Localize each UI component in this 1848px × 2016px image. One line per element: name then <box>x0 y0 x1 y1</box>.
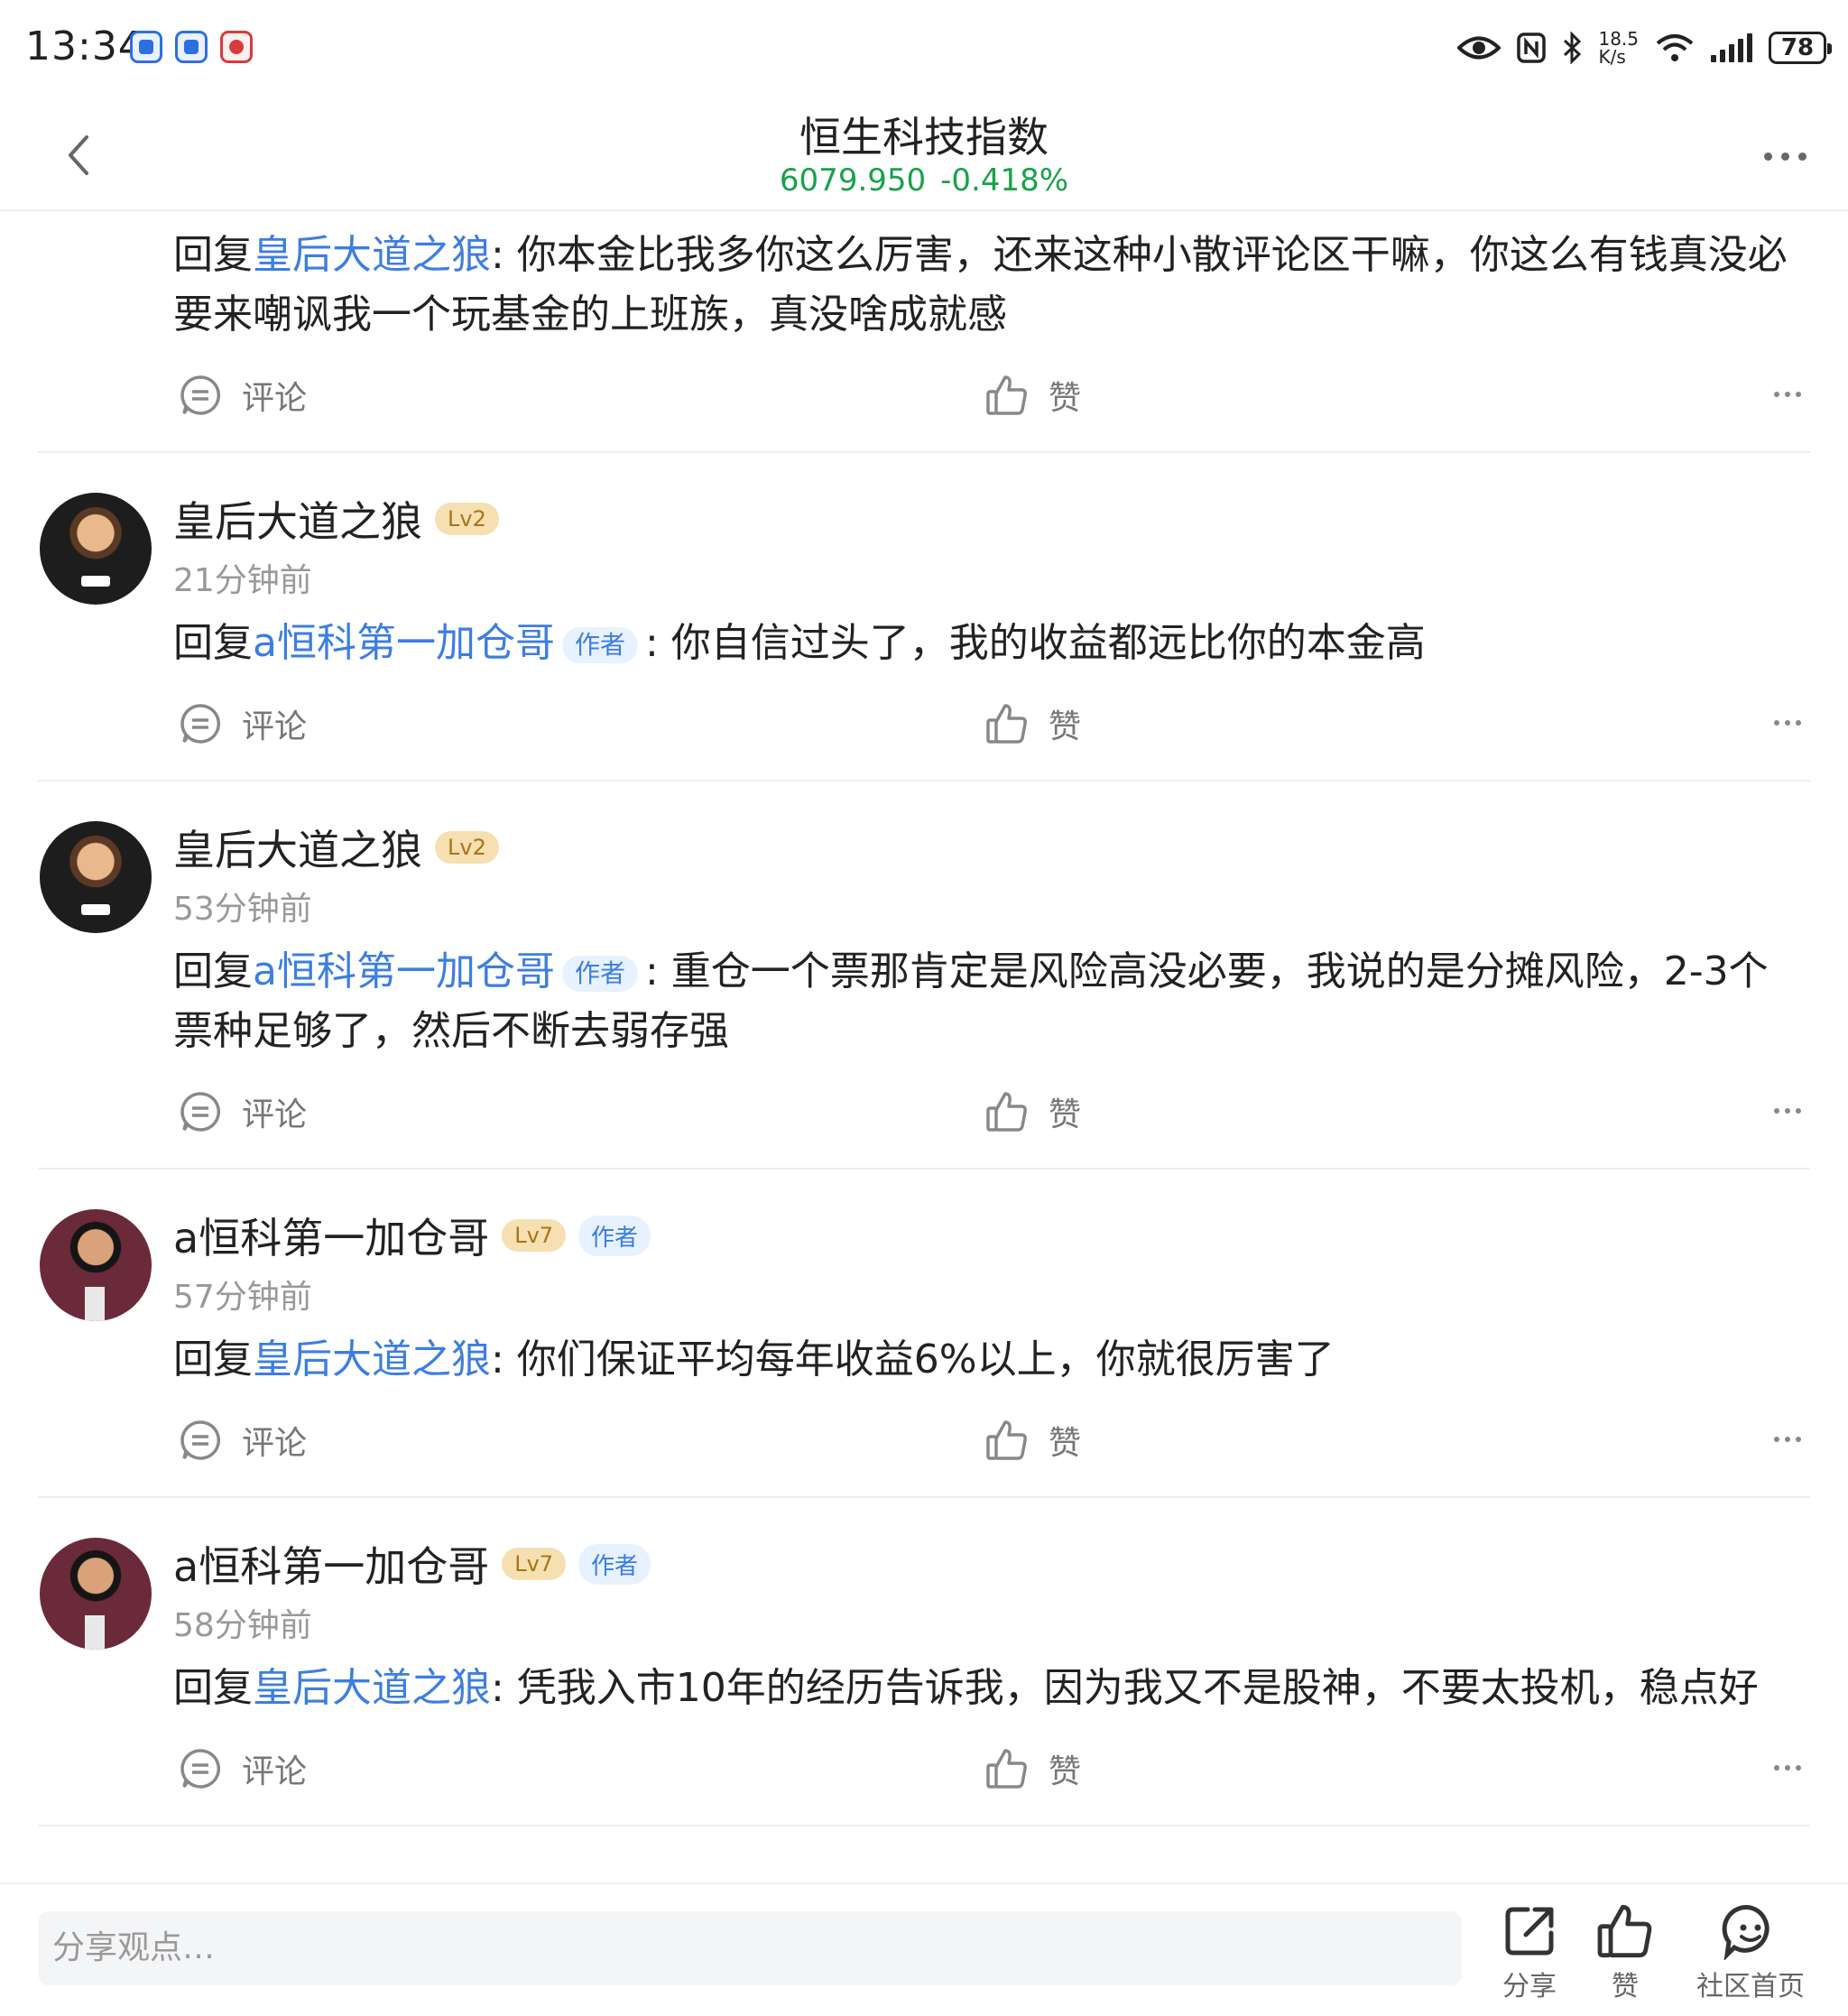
share-opinion-input[interactable]: 分享观点… <box>38 1911 1462 1985</box>
thumbs-up-icon <box>986 375 1027 415</box>
reply-to-link[interactable]: 皇后大道之狼 <box>253 1665 491 1711</box>
comment-item: a恒科第一加仓哥 Lv7 作者 57分钟前 回复皇后大道之狼: 你们保证平均每年收益… <box>38 1170 1810 1498</box>
author-badge: 作者 <box>578 1543 651 1585</box>
page-header: 恒生科技指数 6079.950 -0.418% <box>0 97 1848 211</box>
comment-body: 回复皇后大道之狼: 你们保证平均每年收益6%以上，你就很厉害了 <box>173 1336 1335 1383</box>
author-badge: 作者 <box>578 1215 651 1256</box>
timestamp: 53分钟前 <box>173 891 312 928</box>
app-icon-2 <box>175 31 208 63</box>
thumbs-up-icon <box>986 1749 1027 1789</box>
wifi-icon <box>1656 34 1694 61</box>
comment-button[interactable]: 评论 <box>179 1088 307 1135</box>
avatar[interactable] <box>40 1538 152 1650</box>
username[interactable]: 皇后大道之狼 Lv2 <box>173 489 499 549</box>
bluetooth-icon <box>1564 32 1582 64</box>
like-button[interactable]: 赞 <box>985 1417 1081 1464</box>
comment-more-icon[interactable] <box>1774 720 1801 726</box>
comment-more-icon[interactable] <box>1774 392 1801 397</box>
app-icon-3 <box>220 31 253 63</box>
comment-icon <box>180 704 221 744</box>
comment-icon <box>180 1749 221 1789</box>
bottom-bar: 分享观点… 分享 赞 社区首页 <box>0 1882 1848 2016</box>
thumbs-up-icon <box>986 704 1027 744</box>
author-badge: 作者 <box>561 627 638 663</box>
share-icon <box>1505 1907 1554 1956</box>
timestamp: 21分钟前 <box>173 562 312 599</box>
level-badge: Lv7 <box>502 1219 567 1252</box>
username[interactable]: 皇后大道之狼 Lv2 <box>173 818 499 877</box>
reply-to-link[interactable]: 皇后大道之狼 <box>253 232 491 278</box>
reply-to-link[interactable]: a恒科第一加仓哥 <box>253 620 555 666</box>
index-quote: 6079.950 -0.418% <box>0 162 1848 199</box>
avatar[interactable] <box>40 1209 152 1321</box>
eye-icon <box>1457 36 1502 60</box>
signal-icon <box>1711 33 1752 62</box>
comment-header: a恒科第一加仓哥 Lv7 作者 58分钟前 <box>38 1498 1810 1650</box>
comment-button[interactable]: 评论 <box>179 1745 307 1792</box>
battery-icon: 78 <box>1769 32 1832 64</box>
thumbs-up-icon <box>1597 1904 1652 1958</box>
level-badge: Lv2 <box>435 503 499 535</box>
community-home-button[interactable]: 社区首页 <box>1687 1902 1814 2003</box>
comment-item: 皇后大道之狼 Lv2 53分钟前 回复a恒科第一加仓哥 作者: 重仓一个票那肯定是风… <box>38 781 1810 1170</box>
nfc-icon <box>1517 32 1547 63</box>
net-speed: 18.5 K/s <box>1598 28 1639 68</box>
comment-actions: 评论 赞 <box>38 345 1810 451</box>
comment-item: a恒科第一加仓哥 Lv7 作者 58分钟前 回复皇后大道之狼: 凭我入市10年的经历… <box>38 1498 1810 1826</box>
level-badge: Lv7 <box>502 1548 567 1580</box>
bottom-like-button[interactable]: 赞 <box>1575 1902 1675 2003</box>
username[interactable]: a恒科第一加仓哥 Lv7 作者 <box>173 1206 651 1265</box>
comment-actions: 评论 赞 <box>38 1390 1810 1496</box>
status-bar: 13:34 18.5 K/s 78 <box>0 0 1848 97</box>
level-badge: Lv2 <box>435 831 499 864</box>
comment-icon <box>180 375 221 415</box>
comment-more-icon[interactable] <box>1774 1437 1801 1442</box>
status-icons: 18.5 K/s 78 <box>1457 25 1832 70</box>
comment-feed: 回复皇后大道之狼: 你本金比我多你这么厉害，还来这种小散评论区干嘛，你这么有钱真… <box>0 211 1848 1882</box>
comment-header: 皇后大道之狼 Lv2 21分钟前 <box>38 453 1810 605</box>
timestamp: 57分钟前 <box>173 1279 312 1316</box>
comment-item: 回复皇后大道之狼: 你本金比我多你这么厉害，还来这种小散评论区干嘛，你这么有钱真… <box>38 211 1810 453</box>
index-change: -0.418% <box>940 162 1069 199</box>
comment-actions: 评论 赞 <box>38 1061 1810 1168</box>
comment-body: 回复a恒科第一加仓哥 作者: 重仓一个票那肯定是风险高没必要，我说的是分摊风险，2… <box>173 948 1769 1054</box>
avatar[interactable] <box>40 493 152 605</box>
status-time: 13:34 <box>25 23 144 69</box>
more-options-icon[interactable] <box>1758 143 1812 170</box>
comment-more-icon[interactable] <box>1774 1108 1801 1114</box>
thumbs-up-icon <box>986 1092 1027 1132</box>
like-button[interactable]: 赞 <box>985 1088 1081 1135</box>
community-icon <box>1722 1905 1769 1960</box>
comment-body: 回复a恒科第一加仓哥 作者: 你自信过头了，我的收益都远比你的本金高 <box>173 620 1426 666</box>
comment-button[interactable]: 评论 <box>179 700 307 747</box>
comment-item: 皇后大道之狼 Lv2 21分钟前 回复a恒科第一加仓哥 作者: 你自信过头了，我的收… <box>38 453 1810 781</box>
reply-to-link[interactable]: a恒科第一加仓哥 <box>253 948 555 994</box>
comment-button[interactable]: 评论 <box>179 1417 307 1464</box>
comment-more-icon[interactable] <box>1774 1765 1801 1771</box>
author-badge: 作者 <box>561 956 638 992</box>
comment-icon <box>180 1092 221 1132</box>
comment-button[interactable]: 评论 <box>179 372 307 419</box>
comment-header: a恒科第一加仓哥 Lv7 作者 57分钟前 <box>38 1170 1810 1321</box>
like-button[interactable]: 赞 <box>985 700 1081 747</box>
avatar[interactable] <box>40 821 152 933</box>
like-button[interactable]: 赞 <box>985 372 1081 419</box>
index-price: 6079.950 <box>779 162 927 199</box>
comment-actions: 评论 赞 <box>38 1718 1810 1825</box>
page-title: 恒生科技指数 <box>799 113 1049 162</box>
comment-body: 回复皇后大道之狼: 你本金比我多你这么厉害，还来这种小散评论区干嘛，你这么有钱真… <box>173 232 1788 338</box>
comment-actions: 评论 赞 <box>38 673 1810 780</box>
username[interactable]: a恒科第一加仓哥 Lv7 作者 <box>173 1534 651 1594</box>
comment-body: 回复皇后大道之狼: 凭我入市10年的经历告诉我，因为我又不是股神，不要太投机，稳… <box>173 1665 1759 1711</box>
like-button[interactable]: 赞 <box>985 1745 1081 1792</box>
comment-header: 皇后大道之狼 Lv2 53分钟前 <box>38 781 1810 933</box>
app-icon-1 <box>130 31 162 63</box>
comment-icon <box>180 1420 221 1460</box>
timestamp: 58分钟前 <box>173 1607 312 1644</box>
share-button[interactable]: 分享 <box>1480 1902 1579 2003</box>
thumbs-up-icon <box>986 1420 1027 1460</box>
reply-to-link[interactable]: 皇后大道之狼 <box>253 1336 491 1383</box>
